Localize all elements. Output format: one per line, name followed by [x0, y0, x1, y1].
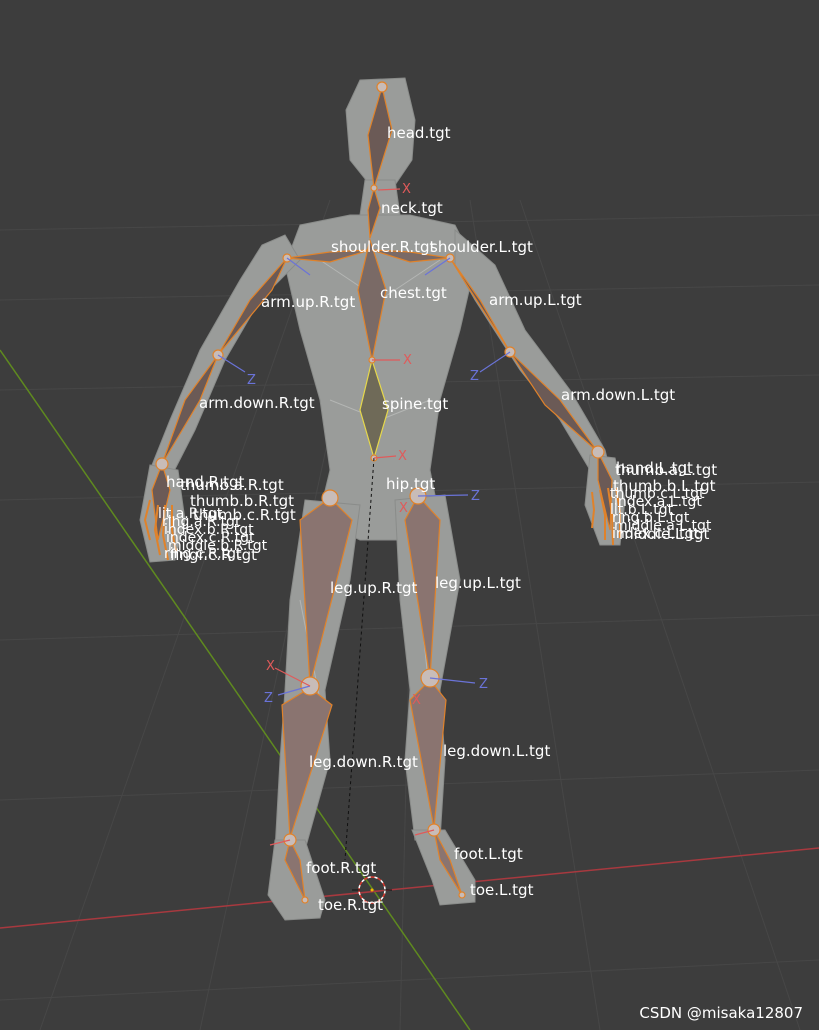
joint-toe-r[interactable]: [301, 896, 309, 904]
svg-text:Z: Z: [264, 691, 273, 706]
joint-hip-r[interactable]: [321, 489, 339, 507]
joint-neck[interactable]: [370, 184, 378, 192]
3d-cursor[interactable]: [352, 876, 392, 904]
svg-text:X: X: [266, 659, 275, 674]
svg-text:X: X: [399, 501, 408, 516]
mesh-arm-left: [454, 228, 611, 471]
watermark: CSDN @misaka12807: [639, 1004, 803, 1022]
svg-text:X: X: [402, 182, 411, 197]
joint-wrist-r[interactable]: [155, 457, 169, 471]
svg-text:Z: Z: [479, 677, 488, 692]
svg-text:X: X: [398, 449, 407, 464]
bone-arm-down-r[interactable]: [161, 354, 219, 465]
svg-text:Z: Z: [470, 369, 479, 384]
svg-text:Z: Z: [471, 489, 480, 504]
mesh-foot-left: [411, 829, 476, 906]
svg-text:X: X: [403, 353, 412, 368]
3d-viewport[interactable]: X X X X X X Z Z Z Z Z head.tgt neck.tgt …: [0, 0, 819, 1030]
finger-labels-right: lit.a.R.tgt ring.a.R.tgt index.b.R.tgt i…: [158, 507, 267, 561]
svg-text:X: X: [412, 693, 421, 708]
character-mesh[interactable]: [139, 77, 626, 921]
mesh-torso: [284, 214, 476, 541]
finger-labels-left: thumb.c.L.tgt index.a.L.tgt lit.b.L.tgt …: [610, 487, 711, 542]
finger-label: index.c.L.tgt: [612, 526, 700, 542]
svg-text:Z: Z: [247, 373, 256, 388]
x-axis-line: [0, 847, 819, 929]
joint-wrist-l[interactable]: [591, 445, 605, 459]
bone-arm-down-l[interactable]: [509, 351, 599, 453]
joint-head-tip[interactable]: [376, 81, 388, 93]
joint-toe-l[interactable]: [458, 891, 466, 899]
